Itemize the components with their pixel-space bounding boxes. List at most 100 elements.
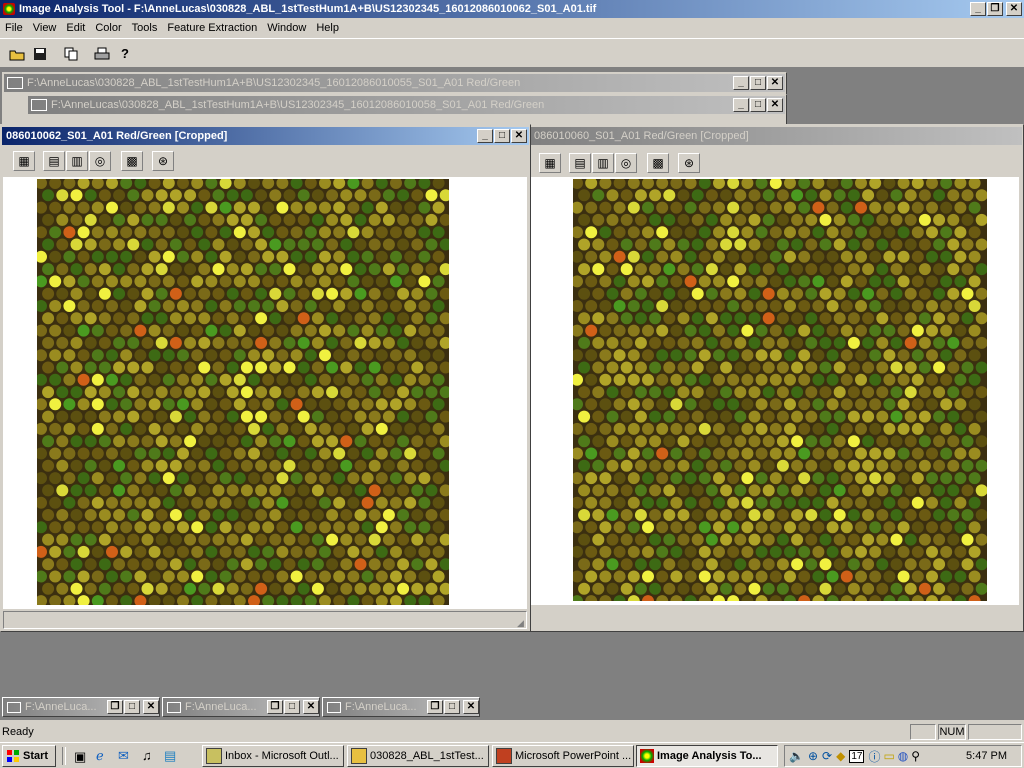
image-window-062-cropped[interactable]: 086010062_S01_A01 Red/Green [Cropped] _ … — [0, 124, 531, 632]
target-icon[interactable]: ⊛ — [678, 153, 700, 173]
minimized-window-3[interactable]: F:\AnneLuca... ❐ □ ✕ — [322, 697, 480, 717]
save-disk-icon[interactable] — [29, 43, 51, 64]
maximize-button[interactable]: □ — [494, 129, 510, 143]
task-powerpoint[interactable]: Microsoft PowerPoint ... — [492, 745, 634, 767]
microarray-spot — [634, 189, 647, 202]
minimize-button[interactable]: _ — [970, 2, 986, 16]
menu-edit[interactable]: Edit — [61, 22, 90, 34]
outlook-icon[interactable]: ✉ — [118, 748, 129, 764]
microarray-spot — [573, 570, 583, 583]
microarray-spot — [248, 373, 260, 386]
task-image-analysis[interactable]: Image Analysis To... — [636, 745, 778, 767]
menu-feature-extraction[interactable]: Feature Extraction — [162, 22, 262, 34]
close-button[interactable]: ✕ — [767, 76, 783, 90]
layers-icon[interactable]: ▩ — [647, 153, 669, 173]
close-button[interactable]: ✕ — [511, 129, 527, 143]
microarray-spot — [933, 238, 946, 251]
print-icon[interactable] — [91, 43, 113, 64]
maximize-button[interactable]: □ — [750, 76, 766, 90]
grid-view-icon[interactable]: ▤ — [43, 151, 65, 171]
microarray-spot — [741, 496, 754, 509]
microarray-spot — [713, 179, 725, 189]
app-title-bar[interactable]: Image Analysis Tool - F:\AnneLucas\03082… — [0, 0, 1024, 18]
task-outlook[interactable]: Inbox - Microsoft Outl... — [202, 745, 344, 767]
minimize-button[interactable]: _ — [733, 98, 749, 112]
minimize-button[interactable]: _ — [733, 76, 749, 90]
layers-icon[interactable]: ▩ — [121, 151, 143, 171]
close-button[interactable]: ✕ — [1006, 2, 1022, 16]
task-explorer-folder[interactable]: 030828_ABL_1stTest... — [347, 745, 489, 767]
internet-explorer-icon[interactable]: ℯ — [96, 748, 104, 764]
menu-color[interactable]: Color — [90, 22, 126, 34]
minimize-button[interactable]: _ — [477, 129, 493, 143]
grid-select-icon[interactable]: ▥ — [592, 153, 614, 173]
window-title-bar[interactable]: F:\AnneLucas\030828_ABL_1stTestHum1A+B\U… — [4, 74, 785, 92]
show-desktop-icon[interactable]: ▣ — [74, 749, 86, 765]
close-button[interactable]: ✕ — [767, 98, 783, 112]
security-icon[interactable]: ◆ — [836, 749, 845, 763]
image-window-060-cropped[interactable]: 086010060_S01_A01 Red/Green [Cropped] ▦ … — [528, 124, 1024, 632]
window-title-bar[interactable]: F:\AnneLucas\030828_ABL_1stTestHum1A+B\U… — [28, 96, 785, 114]
microarray-spot — [613, 447, 626, 460]
magnifier-icon[interactable]: ⚲ — [911, 749, 920, 763]
clock[interactable]: 5:47 PM — [966, 750, 1007, 762]
maximize-button[interactable]: □ — [284, 700, 300, 714]
minimized-window-1[interactable]: F:\AnneLuca... ❐ □ ✕ — [2, 697, 160, 717]
calendar-icon[interactable]: 17 — [849, 749, 865, 763]
image-canvas[interactable] — [531, 177, 1019, 605]
microarray-spot — [606, 509, 619, 521]
spot-icon[interactable]: ◎ — [615, 153, 637, 173]
help-icon[interactable]: ? — [114, 43, 136, 64]
grid-view-icon[interactable]: ▤ — [569, 153, 591, 173]
globe-icon[interactable]: ◍ — [898, 749, 908, 763]
volume-icon[interactable]: 🔈 — [789, 749, 804, 763]
sync-icon[interactable]: ⟳ — [822, 749, 832, 763]
microarray-spot — [262, 570, 275, 583]
close-button[interactable]: ✕ — [143, 700, 159, 714]
menu-help[interactable]: Help — [311, 22, 344, 34]
restore-button[interactable]: ❐ — [427, 700, 443, 714]
spot-icon[interactable]: ◎ — [89, 151, 111, 171]
restore-button[interactable]: ❐ — [107, 700, 123, 714]
close-button[interactable]: ✕ — [303, 700, 319, 714]
microarray-spot — [968, 496, 981, 509]
window-title-bar[interactable]: 086010062_S01_A01 Red/Green [Cropped] _ … — [2, 127, 529, 145]
menu-window[interactable]: Window — [262, 22, 311, 34]
maximize-button[interactable]: □ — [124, 700, 140, 714]
window-title-bar[interactable]: 086010060_S01_A01 Red/Green [Cropped] — [530, 127, 1022, 145]
window-title: F:\AnneLucas\030828_ABL_1stTestHum1A+B\U… — [27, 77, 521, 89]
network-icon[interactable]: ▤ — [164, 748, 176, 764]
microarray-spot — [634, 238, 647, 251]
restore-button[interactable]: ❐ — [987, 2, 1003, 16]
menu-file[interactable]: File — [0, 22, 28, 34]
microarray-spot — [727, 447, 740, 460]
start-button[interactable]: Start — [2, 745, 56, 767]
copy-icon[interactable] — [60, 43, 82, 64]
microarray-spot — [883, 300, 896, 312]
target-icon[interactable]: ⊛ — [152, 151, 174, 171]
microarray-spot — [748, 263, 761, 276]
microarray-spot — [805, 213, 818, 226]
microarray-spot — [326, 484, 339, 497]
menu-view[interactable]: View — [28, 22, 62, 34]
image-canvas[interactable] — [3, 177, 527, 609]
network-tray-icon[interactable]: ⊕ — [808, 749, 818, 763]
microarray-spot — [762, 509, 775, 521]
minimized-window-2[interactable]: F:\AnneLuca... ❐ □ ✕ — [162, 697, 320, 717]
restore-button[interactable]: ❐ — [267, 700, 283, 714]
grid-icon[interactable]: ▦ — [13, 151, 35, 171]
grid-icon[interactable]: ▦ — [539, 153, 561, 173]
microarray-spot — [656, 201, 669, 214]
app-icon[interactable] — [3, 3, 15, 15]
menu-tools[interactable]: Tools — [127, 22, 163, 34]
resize-grip-icon[interactable]: ◢ — [517, 618, 527, 628]
info-icon[interactable]: ⓘ — [868, 748, 880, 765]
media-icon[interactable]: ♫ — [142, 748, 152, 763]
grid-select-icon[interactable]: ▥ — [66, 151, 88, 171]
microarray-spot — [677, 410, 690, 423]
maximize-button[interactable]: □ — [750, 98, 766, 112]
close-button[interactable]: ✕ — [463, 700, 479, 714]
maximize-button[interactable]: □ — [444, 700, 460, 714]
monitor-icon[interactable]: ▭ — [883, 749, 894, 763]
open-folder-icon[interactable] — [6, 43, 28, 64]
